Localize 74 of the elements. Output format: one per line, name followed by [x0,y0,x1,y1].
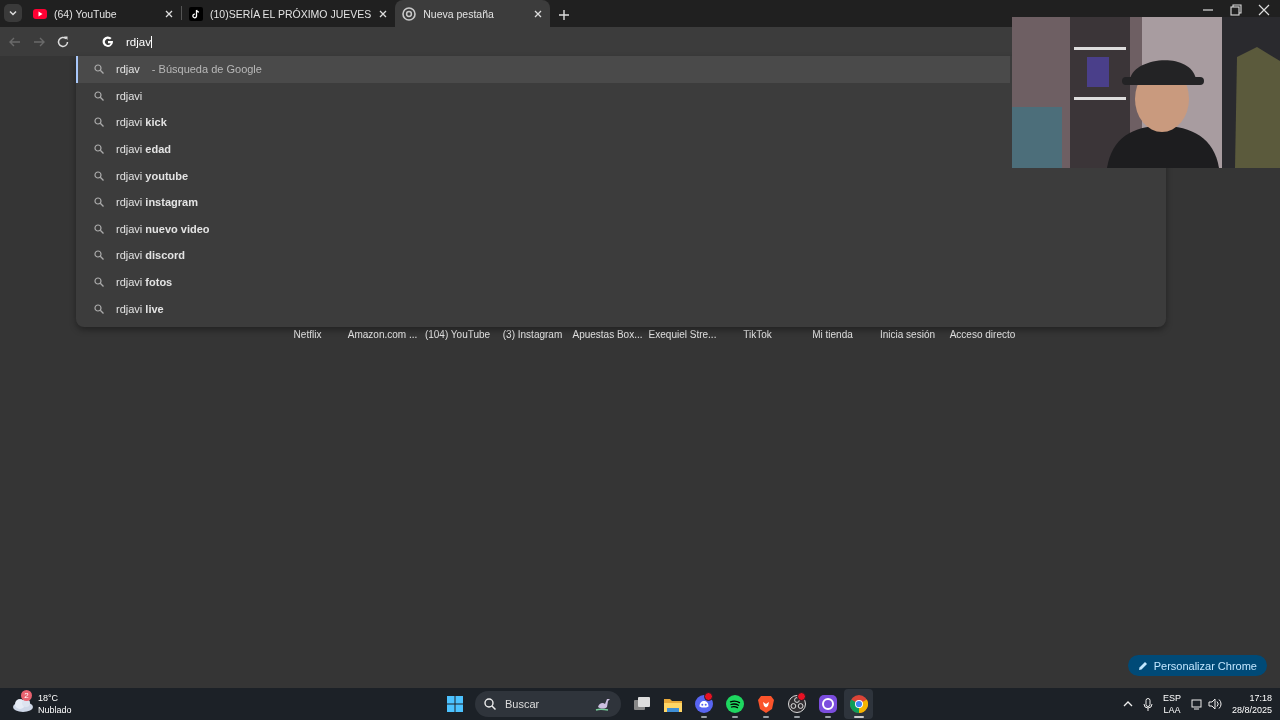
plus-icon[interactable] [558,9,571,21]
running-indicator [701,716,707,718]
close-icon[interactable] [1258,3,1270,16]
running-indicator [854,716,864,718]
running-indicator [732,716,738,718]
browser-tab[interactable]: Nueva pestaña [395,0,551,27]
running-indicator [794,716,800,718]
chevron-up-icon[interactable] [1122,699,1133,709]
shortcut-label[interactable]: Inicia sesión [870,329,945,340]
running-indicator [825,716,831,718]
reload-icon[interactable] [56,34,70,49]
taskbar-search-field[interactable]: Buscar [475,691,621,717]
suggestion-item[interactable]: rdjavi discord [76,242,1010,269]
browser-tab[interactable]: (10)SERÍA EL PRÓXIMO JUEVES [182,0,396,27]
search-icon [94,170,104,181]
search-icon [94,117,104,128]
windows-stack-icon[interactable] [633,697,650,711]
shortcut-label[interactable]: (104) YouTube [420,329,495,340]
search-icon [94,277,104,288]
shortcut-label[interactable]: TikTok [720,329,795,340]
notification-dot [797,692,806,701]
customize-button[interactable]: Personalizar Chrome [1127,655,1267,676]
search-icon [94,64,104,75]
suggestion-item[interactable]: rdjavi youtube [76,162,1010,189]
weather-condition-label[interactable]: Nublado [38,704,72,716]
caret-icon [8,8,18,18]
notification-dot [704,692,713,701]
pencil-icon [1137,660,1148,671]
shortcut-label[interactable]: (3) Instagram [495,329,570,340]
network-icon[interactable] [1190,698,1203,710]
search-icon [94,303,104,314]
close-icon[interactable] [533,8,544,19]
speaker-icon[interactable] [1207,698,1222,710]
shortcut-label[interactable]: Mi tienda [795,329,870,340]
temperature-label[interactable]: 18°C [38,692,72,704]
sound-waves-icon[interactable] [725,695,744,713]
search-icon [94,144,104,155]
shortcut-label[interactable]: Netflix [270,329,345,340]
shortcut-label[interactable]: Apuestas Box... [570,329,645,340]
suggestion-item[interactable]: rdjavi instagram [76,188,1010,216]
running-indicator [763,716,769,718]
folder-icon[interactable] [663,696,682,712]
restore-icon[interactable] [1230,3,1242,16]
search-icon [94,250,104,261]
search-icon [94,90,104,101]
windows-logo-icon[interactable] [446,696,463,712]
ring-icon[interactable] [818,695,837,713]
shortcut-label[interactable]: Acceso directo [945,329,1020,340]
search-icon [94,197,104,208]
microphone-icon[interactable] [1142,697,1153,711]
shortcut-label[interactable]: Exequiel Stre... [645,329,720,340]
video-play-icon [33,6,47,21]
suggestion-item[interactable]: rdjavi nuevo video [76,215,1010,243]
suggestion-item[interactable]: rdjavi kick [76,109,1010,136]
suggestion-item[interactable]: rdjav - Búsqueda de Google [76,56,1010,83]
suggestion-item[interactable]: rdjavi edad [76,135,1010,163]
shortcut-label[interactable]: Amazon.com ... [345,329,420,340]
music-note-icon [189,6,203,21]
browser-tab[interactable]: (64) YouTube [26,0,181,27]
keyboard-language-button[interactable]: ESP LAA [1162,692,1181,716]
cloud-icon[interactable] [12,696,34,712]
close-icon[interactable] [164,8,174,19]
tab-list-button[interactable] [4,4,22,22]
close-icon[interactable] [378,8,389,19]
clock[interactable]: 17:18 28/8/2025 [1231,692,1272,716]
search-icon [484,698,496,710]
browser-logo-icon[interactable] [849,695,868,713]
suggestion-item[interactable]: rdjavi live [76,295,1010,322]
search-icon [94,223,104,234]
shield-icon[interactable] [757,695,774,713]
notification-badge: 2 [21,690,32,701]
suggestion-item[interactable]: rdjavi [76,82,1010,110]
g-letter-icon [102,35,114,48]
suggestion-item[interactable]: rdjavi fotos [76,268,1010,296]
